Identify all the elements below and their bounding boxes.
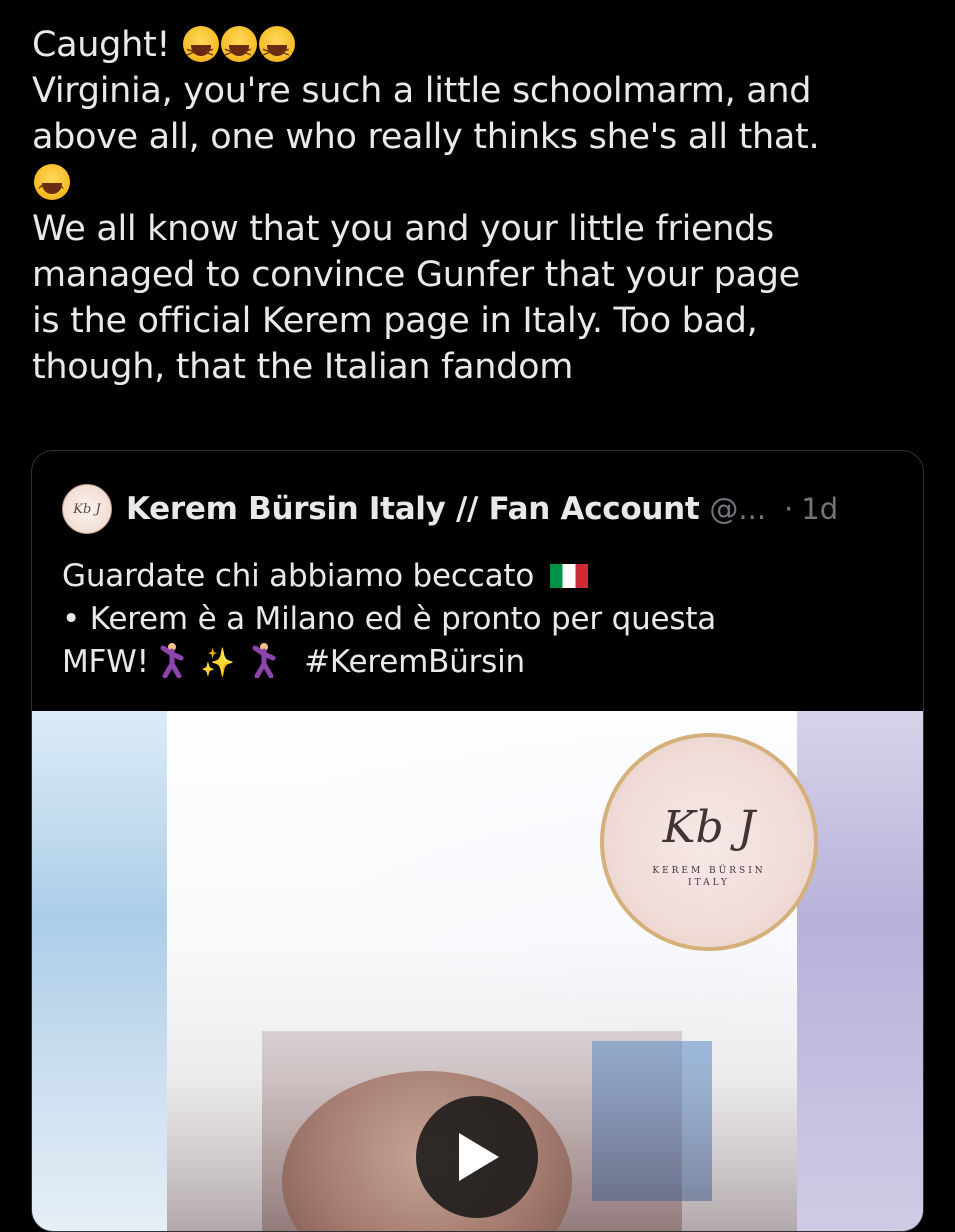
watermark-logo: Kb J KEREM BÜRSIN ITALY (600, 733, 818, 951)
hashtag-link[interactable]: #KeremBürsin (304, 644, 525, 680)
author-name[interactable]: Kerem Bürsin Italy // Fan Account (126, 491, 700, 527)
logo-subtitle: KEREM BÜRSIN ITALY (652, 865, 765, 889)
quote-line: Guardate chi abbiamo beccato (62, 555, 902, 598)
avatar[interactable]: Kb J (62, 484, 112, 534)
quote-line-text: MFW! (62, 644, 149, 680)
italy-flag-icon (549, 564, 588, 588)
media-billboard (592, 1041, 712, 1201)
laughing-face-icon (220, 26, 257, 75)
logo-line-1: KEREM BÜRSIN (652, 865, 766, 876)
tweet-text: Caught! Virginia, you're such a little s… (32, 22, 932, 390)
laughing-face-icon (182, 26, 219, 75)
author-handle[interactable]: @... (709, 492, 766, 526)
timestamp[interactable]: 1d (801, 492, 838, 526)
tears-of-joy-icon (34, 164, 70, 213)
media-right-panel (797, 711, 923, 1231)
separator-dot: · (784, 492, 794, 526)
quote-line: • Kerem è a Milano ed è pronto per quest… (62, 601, 717, 637)
tweet-line: though, that the Italian fandom (32, 347, 573, 387)
tweet-line: managed to convince Gunfer that your pag… (32, 255, 800, 295)
sparkles-icon: ✨ (200, 646, 235, 679)
tweet-line: is the official Kerem page in Italy. Too… (32, 301, 758, 341)
laughing-face-icon (258, 26, 295, 75)
quote-line-text: Guardate chi abbiamo beccato (62, 558, 535, 594)
media-left-panel (32, 711, 167, 1231)
logo-script: Kb J (662, 801, 756, 853)
dancing-man-icon (252, 643, 275, 678)
quoted-tweet-card[interactable]: Kb J Kerem Bürsin Italy // Fan Account @… (31, 450, 924, 1232)
tweet-line: above all, one who really thinks she's a… (32, 117, 820, 157)
tweet-line (32, 160, 932, 213)
tweet-line: We all know that you and your little fri… (32, 209, 774, 249)
dancing-man-icon (160, 643, 184, 678)
logo-line-2: ITALY (688, 877, 730, 888)
tweet-line-text: Caught! (32, 25, 171, 65)
avatar-text: Kb J (73, 501, 101, 517)
quote-line: MFW! ✨ #KeremBürsin (62, 641, 902, 684)
play-icon (459, 1133, 499, 1181)
tweet-line: Virginia, you're such a little schoolmar… (32, 71, 812, 111)
video-thumbnail[interactable]: Kb J KEREM BÜRSIN ITALY (32, 711, 923, 1231)
tweet-line: Caught! (32, 22, 932, 75)
quoted-tweet-text: Guardate chi abbiamo beccato • Kerem è a… (62, 555, 902, 684)
quoted-tweet-header: Kb J Kerem Bürsin Italy // Fan Account @… (62, 484, 838, 534)
